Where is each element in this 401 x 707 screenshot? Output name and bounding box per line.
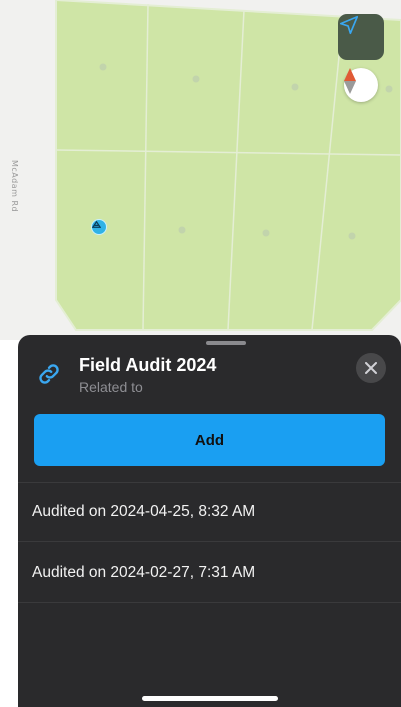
list-item[interactable]: Audited on 2024-04-25, 8:32 AM xyxy=(32,503,255,521)
add-button[interactable]: Add xyxy=(34,414,385,466)
compass-icon xyxy=(344,68,356,94)
sheet-subtitle: Related to xyxy=(79,379,143,395)
locate-button[interactable] xyxy=(338,14,384,60)
list-item[interactable]: Audited on 2024-02-27, 7:31 AM xyxy=(32,564,255,582)
navigation-arrow-icon xyxy=(339,15,359,35)
link-icon xyxy=(39,364,59,384)
home-indicator[interactable] xyxy=(142,696,278,701)
compass-button[interactable] xyxy=(344,68,378,102)
close-icon xyxy=(365,362,377,374)
divider xyxy=(18,602,401,603)
sheet-grabber[interactable] xyxy=(206,341,246,345)
map-view[interactable]: McAdam Rd xyxy=(0,0,401,340)
sheet-title: Field Audit 2024 xyxy=(79,355,217,375)
street-label: McAdam Rd xyxy=(10,160,19,213)
divider xyxy=(18,541,401,542)
related-records-sheet: Field Audit 2024 Related to Add Audited … xyxy=(18,335,401,707)
marker-glyph-icon xyxy=(92,220,101,228)
divider xyxy=(18,482,401,483)
close-button[interactable] xyxy=(356,353,386,383)
parcel-marker-icon[interactable] xyxy=(91,219,107,235)
